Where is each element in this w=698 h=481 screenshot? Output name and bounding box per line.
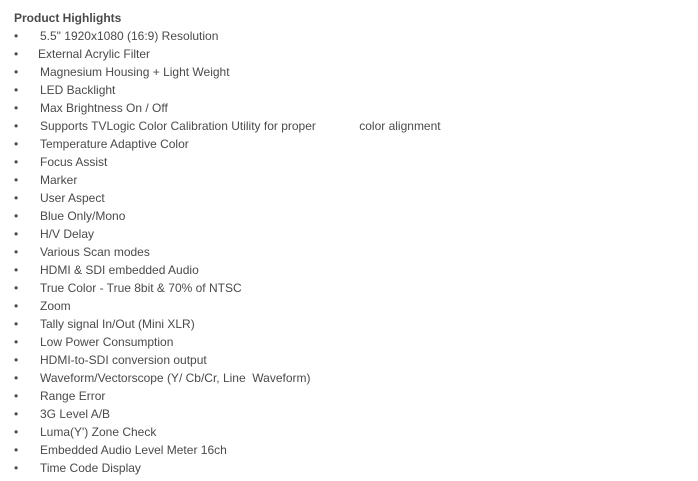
- list-item: • Various Scan modes: [14, 243, 694, 261]
- bullet-icon: •: [14, 353, 19, 367]
- bullet-icon: •: [14, 389, 19, 403]
- list-item: • LED Backlight: [14, 81, 694, 99]
- list-item-text: Blue Only/Mono: [40, 209, 126, 223]
- list-item-text: Max Brightness On / Off: [40, 101, 168, 115]
- list-item-text: Luma(Y') Zone Check: [40, 425, 157, 439]
- list-item-text: Range Error: [40, 389, 106, 403]
- bullet-icon: •: [14, 263, 19, 277]
- bullet-icon: •: [14, 191, 19, 205]
- bullet-icon: •: [14, 245, 19, 259]
- list-item: • Low Power Consumption: [14, 333, 694, 351]
- list-item-text: External Acrylic Filter: [38, 47, 151, 61]
- list-item-text: Tally signal In/Out (Mini XLR): [40, 317, 195, 331]
- list-item-text: Embedded Audio Level Meter 16ch: [40, 443, 227, 457]
- list-item-text: H/V Delay: [40, 227, 95, 241]
- product-highlights-section: Product Highlights • 5.5" 1920x1080 (16:9…: [14, 9, 694, 477]
- list-item: • Temperature Adaptive Color: [14, 135, 694, 153]
- list-item-text: True Color - True 8bit & 70% of NTSC: [40, 281, 242, 295]
- list-item: • Embedded Audio Level Meter 16ch: [14, 441, 694, 459]
- list-item-text: 3G Level A/B: [40, 407, 111, 421]
- list-item-text: Zoom: [40, 299, 71, 313]
- list-item-text: User Aspect: [40, 191, 105, 205]
- list-item: • HDMI & SDI embedded Audio: [14, 261, 694, 279]
- list-item-text: 5.5" 1920x1080 (16:9) Resolution: [40, 29, 219, 43]
- list-item-text: Time Code Display: [40, 461, 141, 475]
- list-item: • Waveform/Vectorscope (Y/ Cb/Cr, Line Wa…: [14, 369, 694, 387]
- bullet-icon: •: [14, 461, 19, 475]
- list-item: • Time Code Display: [14, 459, 694, 477]
- bullet-icon: •: [14, 299, 19, 313]
- bullet-icon: •: [14, 425, 19, 439]
- bullet-icon: •: [14, 281, 19, 295]
- list-item-text: HDMI & SDI embedded Audio: [40, 263, 199, 277]
- list-item-text: Temperature Adaptive Color: [40, 137, 189, 151]
- list-item: • H/V Delay: [14, 225, 694, 243]
- bullet-icon: •: [14, 317, 19, 331]
- bullet-icon: •: [14, 29, 19, 43]
- bullet-icon: •: [14, 137, 19, 151]
- bullet-icon: •: [14, 83, 19, 97]
- list-item: • Blue Only/Mono: [14, 207, 694, 225]
- list-item: • Marker: [14, 171, 694, 189]
- list-item-text: Magnesium Housing + Light Weight: [40, 65, 230, 79]
- list-item: • Range Error: [14, 387, 694, 405]
- bullet-icon: •: [14, 335, 19, 349]
- bullet-icon: •: [14, 47, 19, 61]
- bullet-icon: •: [14, 371, 19, 385]
- list-item: • User Aspect: [14, 189, 694, 207]
- bullet-icon: •: [14, 101, 19, 115]
- list-item-text: Marker: [40, 173, 78, 187]
- list-item: • Magnesium Housing + Light Weight: [14, 63, 694, 81]
- list-item-text: Supports TVLogic Color Calibration Utili…: [40, 119, 441, 133]
- list-item-text: Focus Assist: [40, 155, 108, 169]
- bullet-icon: •: [14, 155, 19, 169]
- list-item: • Supports TVLogic Color Calibration Util…: [14, 117, 694, 135]
- list-item-text: LED Backlight: [40, 83, 116, 97]
- bullet-icon: •: [14, 119, 19, 133]
- list-item: • Focus Assist: [14, 153, 694, 171]
- list-item: • True Color - True 8bit & 70% of NTSC: [14, 279, 694, 297]
- list-item: • HDMI-to-SDI conversion output: [14, 351, 694, 369]
- list-item: • Tally signal In/Out (Mini XLR): [14, 315, 694, 333]
- list-item: • 5.5" 1920x1080 (16:9) Resolution: [14, 27, 694, 45]
- highlights-list: • 5.5" 1920x1080 (16:9) Resolution • Exter…: [14, 27, 694, 477]
- bullet-icon: •: [14, 407, 19, 421]
- bullet-icon: •: [14, 173, 19, 187]
- list-item-text: Low Power Consumption: [40, 335, 174, 349]
- bullet-icon: •: [14, 443, 19, 457]
- list-item: • 3G Level A/B: [14, 405, 694, 423]
- bullet-icon: •: [14, 227, 19, 241]
- section-heading: Product Highlights: [14, 11, 122, 25]
- bullet-icon: •: [14, 209, 19, 223]
- list-item: • External Acrylic Filter: [14, 45, 694, 63]
- list-item: • Luma(Y') Zone Check: [14, 423, 694, 441]
- list-item-text: HDMI-to-SDI conversion output: [40, 353, 207, 367]
- list-item: • Zoom: [14, 297, 694, 315]
- bullet-icon: •: [14, 65, 19, 79]
- list-item-text: Waveform/Vectorscope (Y/ Cb/Cr, Line Wav…: [40, 371, 311, 385]
- list-item: • Max Brightness On / Off: [14, 99, 694, 117]
- list-item-text: Various Scan modes: [40, 245, 150, 259]
